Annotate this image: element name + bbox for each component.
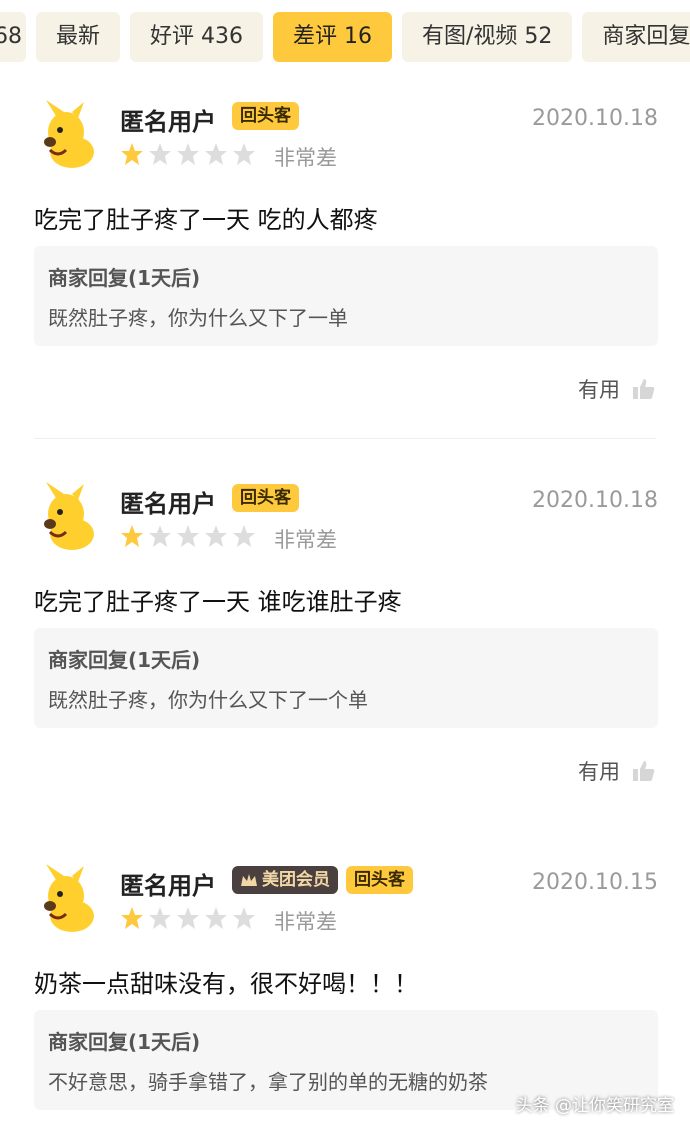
crown-icon bbox=[241, 874, 257, 886]
merchant-reply: 商家回复(1天后) 既然肚子疼，你为什么又下了一个单 bbox=[34, 628, 658, 728]
reply-title: 商家回复(1天后) bbox=[48, 648, 201, 672]
rating-text: 非常差 bbox=[274, 910, 337, 934]
username: 匿名用户 bbox=[120, 490, 216, 518]
reply-text: 既然肚子疼，你为什么又下了一单 bbox=[48, 306, 348, 330]
review-content: 吃完了肚子疼了一天 谁吃谁肚子疼 bbox=[34, 588, 402, 616]
star-rating bbox=[120, 906, 256, 930]
kangaroo-avatar-icon[interactable] bbox=[36, 482, 102, 552]
useful-button[interactable]: 有用 bbox=[578, 374, 656, 404]
thumbs-up-icon bbox=[633, 379, 655, 399]
tab-latest[interactable]: 最新 bbox=[36, 12, 121, 62]
returning-customer-badge: 回头客 bbox=[232, 484, 299, 512]
useful-label: 有用 bbox=[578, 760, 620, 784]
reply-title: 商家回复(1天后) bbox=[48, 1030, 201, 1054]
star-empty-icon bbox=[205, 143, 227, 165]
star-empty-icon bbox=[149, 907, 171, 929]
review-date: 2020.10.18 bbox=[532, 488, 658, 513]
review-date: 2020.10.18 bbox=[532, 106, 658, 131]
star-empty-icon bbox=[233, 525, 255, 547]
rating-text: 非常差 bbox=[274, 146, 337, 170]
star-filled-icon bbox=[121, 143, 143, 165]
tab-media[interactable]: 有图/视频 52 bbox=[402, 12, 573, 62]
tab-positive[interactable]: 好评 436 bbox=[130, 12, 264, 62]
username: 匿名用户 bbox=[120, 108, 216, 136]
tab-merchant-reply[interactable]: 商家回复 bbox=[582, 12, 690, 62]
returning-customer-badge: 回头客 bbox=[232, 102, 299, 130]
kangaroo-avatar-icon[interactable] bbox=[36, 864, 102, 934]
tab-negative[interactable]: 差评 16 bbox=[273, 12, 393, 62]
review-date: 2020.10.15 bbox=[532, 870, 658, 895]
star-empty-icon bbox=[177, 525, 199, 547]
kangaroo-avatar-icon[interactable] bbox=[36, 100, 102, 170]
review-content: 奶茶一点甜味没有，很不好喝！！！ bbox=[34, 970, 418, 998]
star-empty-icon bbox=[233, 143, 255, 165]
reply-text: 既然肚子疼，你为什么又下了一个单 bbox=[48, 688, 368, 712]
star-empty-icon bbox=[149, 143, 171, 165]
star-empty-icon bbox=[177, 143, 199, 165]
star-empty-icon bbox=[177, 907, 199, 929]
returning-customer-badge: 回头客 bbox=[346, 866, 413, 894]
star-rating bbox=[120, 524, 256, 548]
thumbs-up-icon bbox=[633, 761, 655, 781]
star-filled-icon bbox=[121, 907, 143, 929]
star-rating bbox=[120, 142, 256, 166]
reply-title: 商家回复(1天后) bbox=[48, 266, 201, 290]
filter-tabs: 68 最新 好评 436 差评 16 有图/视频 52 商家回复 bbox=[0, 12, 690, 62]
rating-text: 非常差 bbox=[274, 528, 337, 552]
merchant-reply: 商家回复(1天后) 既然肚子疼，你为什么又下了一单 bbox=[34, 246, 658, 346]
divider bbox=[34, 438, 656, 439]
watermark: 头条 @让你笑研究室 bbox=[515, 1096, 674, 1116]
useful-label: 有用 bbox=[578, 378, 620, 402]
star-empty-icon bbox=[149, 525, 171, 547]
star-empty-icon bbox=[205, 525, 227, 547]
tab-all[interactable]: 68 bbox=[0, 12, 26, 62]
meituan-member-badge: 美团会员 bbox=[232, 866, 338, 894]
member-badge-label: 美团会员 bbox=[262, 870, 330, 890]
star-filled-icon bbox=[121, 525, 143, 547]
useful-button[interactable]: 有用 bbox=[578, 756, 656, 786]
review-content: 吃完了肚子疼了一天 吃的人都疼 bbox=[34, 206, 378, 234]
username: 匿名用户 bbox=[120, 872, 216, 900]
star-empty-icon bbox=[205, 907, 227, 929]
reply-text: 不好意思，骑手拿错了，拿了别的单的无糖的奶茶 bbox=[48, 1070, 488, 1094]
star-empty-icon bbox=[233, 907, 255, 929]
